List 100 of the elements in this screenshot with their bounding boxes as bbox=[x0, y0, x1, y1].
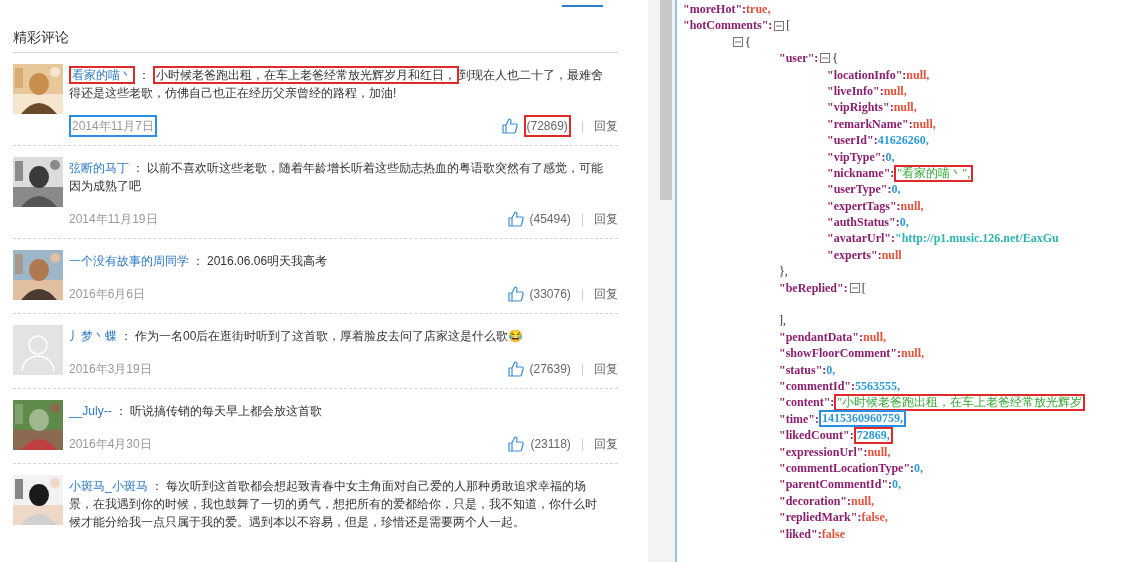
json-key: "vipRights": bbox=[827, 99, 894, 116]
author-link[interactable]: 一个没有故事的周同学 bbox=[69, 254, 189, 268]
json-value: null, bbox=[883, 82, 907, 100]
json-key: "userId": bbox=[827, 132, 878, 149]
pipe-label: | bbox=[580, 436, 584, 453]
json-value: "看家的喵丶", bbox=[894, 164, 974, 182]
comment-date: 2016年4月30日 bbox=[69, 436, 152, 453]
author-link[interactable]: 丿梦丶蝶 bbox=[69, 329, 117, 343]
json-value: 0, bbox=[891, 181, 901, 198]
pipe-label: | bbox=[580, 361, 584, 378]
like-count: (72869) bbox=[523, 115, 571, 137]
comment-text: __July-- ： 听说搞传销的每天早上都会放这首歌 bbox=[69, 403, 323, 420]
author-link[interactable]: 小斑马_小斑马 bbox=[69, 479, 148, 493]
json-value: 41626260, bbox=[877, 132, 929, 149]
json-key: "commentId": bbox=[779, 378, 855, 395]
json-key: "pendantData": bbox=[779, 328, 863, 346]
json-value: false bbox=[821, 525, 845, 542]
json-key: "expressionUrl": bbox=[779, 443, 868, 460]
json-value: "小时候老爸跑出租，在车上老爸经常放光辉岁 bbox=[834, 394, 1086, 412]
comment-date: 2016年6月6日 bbox=[69, 286, 146, 303]
json-bracket: { bbox=[832, 50, 839, 67]
json-key: "remarkName": bbox=[827, 115, 913, 133]
json-value: null bbox=[881, 246, 902, 264]
pipe-label: | bbox=[580, 118, 584, 135]
like-count: (23118) bbox=[530, 436, 571, 453]
json-value: 0, bbox=[899, 214, 909, 231]
json-key: "parentCommentId": bbox=[779, 476, 893, 493]
comment-date: 2016年3月19日 bbox=[69, 361, 152, 378]
thumbs-up-icon[interactable] bbox=[508, 436, 525, 452]
json-bracket: [ bbox=[861, 279, 866, 297]
json-key: "user": bbox=[779, 50, 819, 67]
json-value: null, bbox=[863, 328, 886, 346]
json-key: "liked": bbox=[779, 525, 822, 542]
reply-link[interactable]: 回复 bbox=[594, 360, 618, 378]
author-link[interactable]: 弦断的马丁 bbox=[69, 161, 129, 175]
collapse-icon[interactable] bbox=[849, 282, 860, 293]
json-key: "commentLocationType": bbox=[779, 459, 915, 477]
collapse-icon[interactable] bbox=[774, 20, 785, 31]
json-value: null, bbox=[867, 443, 891, 460]
json-value: 0, bbox=[826, 361, 836, 378]
json-bracket: }, bbox=[779, 263, 788, 280]
reply-link[interactable]: 回复 bbox=[594, 435, 618, 453]
json-value: 0, bbox=[885, 148, 895, 165]
json-value: 72869, bbox=[853, 426, 893, 444]
comment-text: 丿梦丶蝶 ： 作为一名00后在逛街时听到了这首歌，厚着脸皮去问了店家这是什么歌😂 bbox=[69, 328, 525, 345]
json-key: "userType": bbox=[827, 181, 892, 198]
json-value: 0, bbox=[892, 476, 902, 493]
json-value: 0, bbox=[914, 459, 924, 477]
reply-link[interactable]: 回复 bbox=[594, 210, 618, 228]
json-key: "time": bbox=[779, 410, 819, 428]
json-key: "expertTags": bbox=[827, 197, 901, 215]
json-key: "repliedMark": bbox=[779, 509, 862, 526]
thumbs-up-icon[interactable] bbox=[507, 211, 524, 227]
comment-text: 一个没有故事的周同学 ： 2016.06.06明天我高考 bbox=[69, 253, 329, 270]
reply-link[interactable]: 回复 bbox=[594, 117, 618, 135]
json-bracket: { bbox=[745, 33, 751, 51]
pipe-label: | bbox=[580, 211, 584, 228]
json-value: null, bbox=[912, 115, 936, 133]
json-value: null, bbox=[901, 345, 924, 362]
json-key: "nickname": bbox=[827, 164, 895, 182]
json-key: "avatarUrl": bbox=[827, 230, 895, 247]
json-key: "liveInfo": bbox=[827, 82, 884, 100]
author-link[interactable]: 看家的喵丶 bbox=[69, 66, 135, 84]
json-key: "experts": bbox=[827, 246, 882, 264]
tab-indicator bbox=[562, 5, 603, 7]
thumbs-up-icon[interactable] bbox=[501, 118, 518, 134]
comment-date: 2014年11月19日 bbox=[69, 211, 158, 228]
json-bracket: ], bbox=[779, 312, 786, 329]
pipe-label: | bbox=[580, 286, 584, 303]
section-heading: 精彩评论 bbox=[13, 28, 70, 47]
comment-text: 弦断的马丁 ： 以前不喜欢听这些老歌，随着年龄增长听着这些励志热血的粤语歌突然有了感觉，可能因为成熟了吧 bbox=[69, 160, 604, 195]
json-bracket: [ bbox=[786, 17, 791, 34]
json-key: "vipType": bbox=[827, 148, 886, 165]
json-value: false, bbox=[861, 509, 888, 526]
author-link[interactable]: __July-- bbox=[69, 404, 112, 418]
comment-date: 2014年11月7日 bbox=[69, 115, 157, 137]
thumbs-up-icon[interactable] bbox=[507, 286, 524, 302]
collapse-icon[interactable] bbox=[733, 36, 743, 47]
json-value: null, bbox=[893, 99, 917, 116]
collapse-icon[interactable] bbox=[820, 53, 831, 64]
json-value: null, bbox=[906, 66, 930, 83]
json-value: 5563555, bbox=[855, 378, 900, 395]
json-value: 1415360960759, bbox=[819, 410, 906, 428]
json-key: "beReplied": bbox=[779, 279, 848, 297]
json-value: true, bbox=[746, 1, 771, 18]
json-value: "http://p1.music.126.net/EaxGu bbox=[894, 230, 1059, 247]
like-count: (27639) bbox=[529, 361, 571, 378]
json-key: "content": bbox=[779, 394, 835, 411]
json-key: "authStatus": bbox=[827, 214, 900, 231]
like-count: (33076) bbox=[529, 286, 571, 303]
json-key: "likedCount": bbox=[779, 427, 854, 444]
json-key: "hotComments": bbox=[683, 17, 773, 34]
comment-text: 看家的喵丶 ： 小时候老爸跑出租，在车上老爸经常放光辉岁月和红日， 到现在人也二十了，最难舍得还是这些老歌，仿佛自己也正在经历父亲曾经的路程，加油! bbox=[69, 66, 604, 102]
like-count: (45494) bbox=[529, 211, 571, 228]
json-key: "showFloorComment": bbox=[779, 345, 901, 362]
json-key: "status": bbox=[779, 361, 827, 378]
scrollbar-thumb[interactable] bbox=[660, 0, 672, 200]
json-key: "locationInfo": bbox=[827, 66, 907, 83]
reply-link[interactable]: 回复 bbox=[594, 285, 618, 303]
thumbs-up-icon[interactable] bbox=[507, 361, 524, 377]
